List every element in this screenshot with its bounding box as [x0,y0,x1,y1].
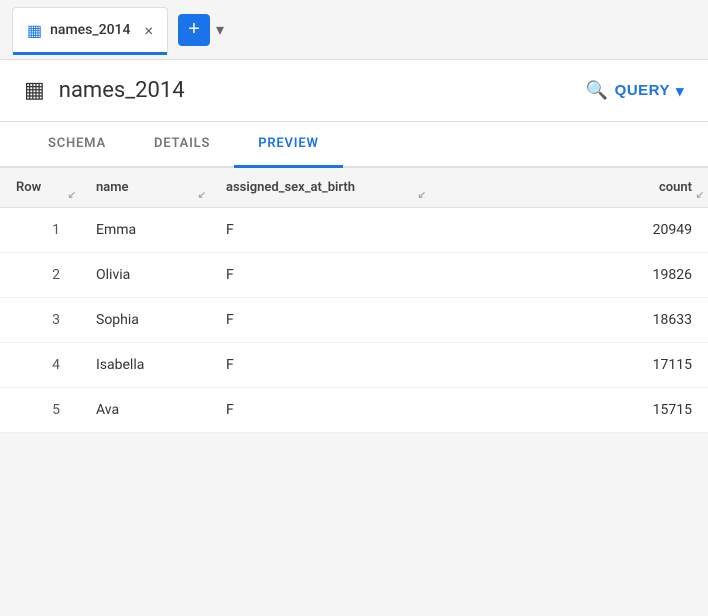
cell-name: Emma [80,208,210,253]
table-icon: ▦ [27,21,42,40]
cell-sex: F [210,388,430,433]
table-row: 3 Sophia F 18633 [0,298,708,343]
page-title: names_2014 [59,78,572,103]
cell-sex: F [210,253,430,298]
cell-count: 18633 [430,298,708,343]
table-row: 1 Emma F 20949 [0,208,708,253]
cell-name: Olivia [80,253,210,298]
tab-preview[interactable]: PREVIEW [234,122,342,168]
tab-close-button[interactable]: × [144,21,153,40]
resize-handle-name[interactable]: ↙ [198,190,206,201]
cell-row-num: 3 [0,298,80,343]
table-body: 1 Emma F 20949 2 Olivia F 19826 3 Sophia… [0,208,708,433]
resize-handle-row[interactable]: ↙ [68,190,76,201]
col-header-sex: assigned_sex_at_birth ↙ [210,168,430,208]
tab-bar: ▦ names_2014 × + ▾ [0,0,708,60]
header-table-icon: ▦ [24,78,45,103]
cell-sex: F [210,298,430,343]
tab-dropdown-button[interactable]: ▾ [216,20,224,39]
cell-count: 17115 [430,343,708,388]
cell-count: 15715 [430,388,708,433]
data-table: Row ↙ name ↙ assigned_sex_at_birth ↙ cou… [0,168,708,433]
content-area: ▦ names_2014 🔍 QUERY ▾ SCHEMA DETAILS PR… [0,60,708,433]
resize-handle-sex[interactable]: ↙ [418,190,426,201]
cell-row-num: 1 [0,208,80,253]
query-label: QUERY [615,82,670,99]
cell-row-num: 2 [0,253,80,298]
query-dropdown-icon[interactable]: ▾ [676,82,684,100]
cell-sex: F [210,208,430,253]
cell-name: Ava [80,388,210,433]
cell-count: 20949 [430,208,708,253]
query-search-icon: 🔍 [586,80,609,101]
table-row: 5 Ava F 15715 [0,388,708,433]
cell-sex: F [210,343,430,388]
cell-name: Sophia [80,298,210,343]
cell-row-num: 4 [0,343,80,388]
col-header-count: count ↙ [430,168,708,208]
cell-row-num: 5 [0,388,80,433]
col-header-row: Row ↙ [0,168,80,208]
table-header-row: Row ↙ name ↙ assigned_sex_at_birth ↙ cou… [0,168,708,208]
tab-title-label: names_2014 [50,22,130,38]
tab-names-2014[interactable]: ▦ names_2014 × [12,7,168,53]
resize-handle-count[interactable]: ↙ [696,190,704,201]
cell-name: Isabella [80,343,210,388]
nav-tabs-row: SCHEMA DETAILS PREVIEW [0,122,708,168]
table-row: 2 Olivia F 19826 [0,253,708,298]
header-row: ▦ names_2014 🔍 QUERY ▾ [0,60,708,122]
add-tab-button[interactable]: + [178,14,210,46]
col-header-name: name ↙ [80,168,210,208]
query-button[interactable]: 🔍 QUERY ▾ [586,80,684,101]
tab-details[interactable]: DETAILS [130,122,234,168]
cell-count: 19826 [430,253,708,298]
table-row: 4 Isabella F 17115 [0,343,708,388]
tab-schema[interactable]: SCHEMA [24,122,130,168]
